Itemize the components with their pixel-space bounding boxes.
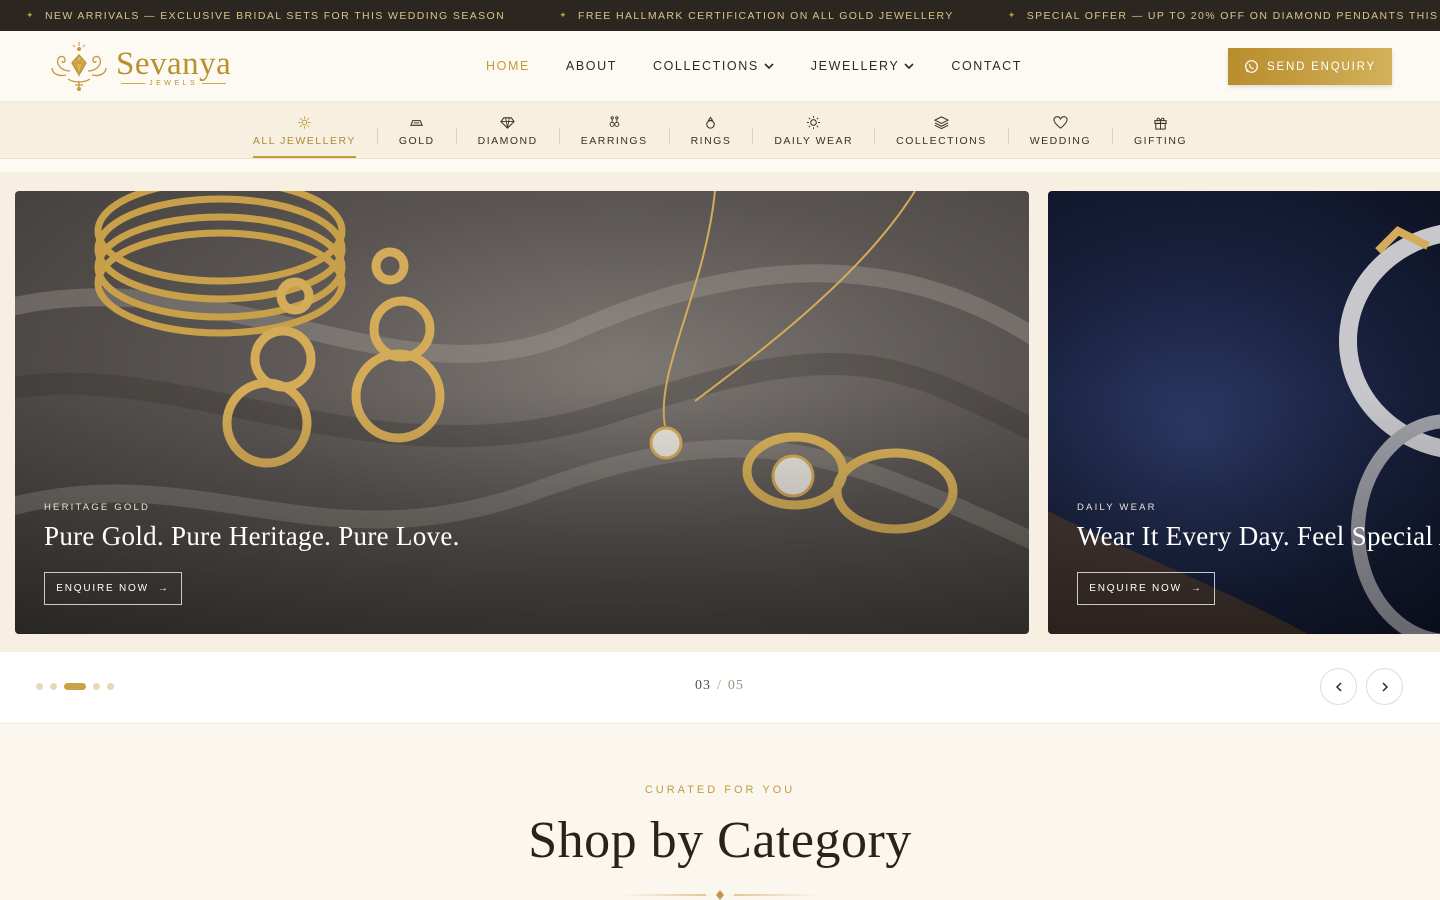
arrow-right-icon: → bbox=[1190, 583, 1203, 594]
diamond-divider-icon bbox=[620, 890, 820, 900]
category-earrings[interactable]: EARRINGS bbox=[560, 102, 669, 158]
announcement: ✦ SPECIAL OFFER — UP TO 20% OFF ON DIAMON… bbox=[1007, 9, 1440, 22]
nav-about[interactable]: ABOUT bbox=[566, 59, 617, 73]
slide-daily-wear[interactable]: DAILY WEAR Wear It Every Day. Feel Speci… bbox=[1048, 191, 1440, 634]
slide-counter: 03/05 bbox=[695, 678, 744, 693]
section-title: Shop by Category bbox=[528, 812, 912, 869]
brand-name: Sevanya bbox=[116, 46, 232, 82]
category-gold[interactable]: GOLD bbox=[378, 102, 456, 158]
slide-title: Wear It Every Day. Feel Special Always. bbox=[1077, 521, 1440, 551]
slider-dot[interactable] bbox=[50, 683, 57, 690]
nav-contact[interactable]: CONTACT bbox=[951, 59, 1022, 73]
sparkle-icon bbox=[298, 116, 311, 129]
sun-icon bbox=[807, 115, 821, 130]
slider-dot[interactable] bbox=[107, 683, 114, 690]
announcement: ✦ NEW ARRIVALS — EXCLUSIVE BRIDAL SETS FO… bbox=[26, 9, 506, 22]
gift-icon bbox=[1154, 117, 1167, 130]
slide-eyebrow: DAILY WEAR bbox=[1077, 502, 1157, 513]
nav-home[interactable]: HOME bbox=[486, 59, 530, 73]
category-bar: ALL JEWELLERY GOLD DIAMOND EARRINGS RING… bbox=[0, 102, 1440, 159]
nav-jewellery[interactable]: JEWELLERY bbox=[811, 59, 916, 73]
category-rings[interactable]: RINGS bbox=[670, 102, 753, 158]
star-icon: ✦ bbox=[26, 10, 35, 20]
announcement-bar: ✦ NEW ARRIVALS — EXCLUSIVE BRIDAL SETS FO… bbox=[0, 0, 1440, 31]
ring-icon bbox=[706, 116, 716, 129]
slider-dot[interactable] bbox=[36, 683, 43, 690]
star-icon: ✦ bbox=[1007, 10, 1017, 20]
category-all-jewellery[interactable]: ALL JEWELLERY bbox=[232, 102, 377, 158]
diamond-icon bbox=[500, 117, 515, 129]
brand-tagline: JEWELS bbox=[149, 80, 199, 87]
chevron-right-icon bbox=[1381, 681, 1388, 692]
hero-slider[interactable]: HERITAGE GOLD Pure Gold. Pure Heritage. … bbox=[0, 172, 1440, 652]
next-slide-button[interactable] bbox=[1366, 668, 1403, 705]
slide-title: Pure Gold. Pure Heritage. Pure Love. bbox=[44, 521, 460, 551]
chevron-left-icon bbox=[1335, 681, 1342, 692]
slider-dot-active[interactable] bbox=[64, 683, 86, 690]
slide-eyebrow: HERITAGE GOLD bbox=[44, 502, 151, 513]
announcement: ✦ FREE HALLMARK CERTIFICATION ON ALL GOLD… bbox=[559, 9, 954, 22]
prev-slide-button[interactable] bbox=[1320, 668, 1357, 705]
section-eyebrow: CURATED FOR YOU bbox=[644, 784, 796, 796]
send-enquiry-button[interactable]: SEND ENQUIRY bbox=[1228, 48, 1392, 85]
slide-heritage-gold[interactable]: HERITAGE GOLD Pure Gold. Pure Heritage. … bbox=[15, 191, 1029, 634]
logo-emblem-icon bbox=[51, 42, 107, 91]
category-gifting[interactable]: GIFTING bbox=[1113, 102, 1208, 158]
site-header: Sevanya JEWELS HOME ABOUT COLLECTIONS JE… bbox=[0, 31, 1440, 102]
whatsapp-icon bbox=[1245, 60, 1258, 73]
enquire-now-button[interactable]: ENQUIRE NOW → bbox=[44, 572, 182, 605]
category-wedding[interactable]: WEDDING bbox=[1009, 102, 1112, 158]
slider-controls: 03/05 bbox=[0, 652, 1440, 724]
category-collections[interactable]: COLLECTIONS bbox=[875, 102, 1008, 158]
heart-icon bbox=[1053, 116, 1068, 129]
chevron-down-icon bbox=[904, 63, 914, 70]
arrow-right-icon: → bbox=[157, 583, 170, 594]
slider-dot[interactable] bbox=[93, 683, 100, 690]
gold-bar-icon bbox=[410, 120, 424, 126]
brand-logo[interactable]: Sevanya JEWELS bbox=[48, 41, 231, 93]
nav-collections[interactable]: COLLECTIONS bbox=[653, 59, 775, 73]
layers-icon bbox=[933, 116, 949, 130]
main-nav: HOME ABOUT COLLECTIONS JEWELLERY CONTACT bbox=[486, 31, 1058, 101]
enquire-now-button[interactable]: ENQUIRE NOW → bbox=[1077, 572, 1215, 605]
chevron-down-icon bbox=[764, 63, 774, 70]
shop-by-category-section: CURATED FOR YOU Shop by Category bbox=[0, 725, 1440, 900]
star-icon: ✦ bbox=[559, 10, 569, 20]
category-diamond[interactable]: DIAMOND bbox=[457, 102, 559, 158]
slider-dots bbox=[36, 683, 114, 690]
category-daily-wear[interactable]: DAILY WEAR bbox=[753, 102, 874, 158]
earrings-icon bbox=[609, 116, 620, 127]
